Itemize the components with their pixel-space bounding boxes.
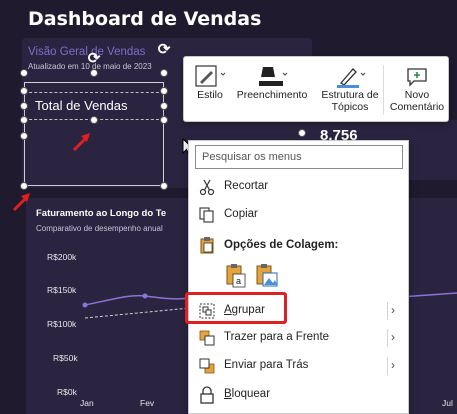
series-point (142, 293, 148, 299)
resize-handle[interactable] (160, 69, 168, 77)
series-line (84, 294, 190, 306)
x-tick: Jan (80, 398, 94, 408)
resize-handle[interactable] (298, 129, 306, 137)
chevron-right-icon: › (391, 303, 395, 317)
clipboard-icon (200, 237, 214, 254)
submenu-separator (387, 357, 388, 375)
menu-item-label: Recortar (224, 180, 269, 192)
resize-handle[interactable] (20, 69, 28, 77)
context-menu: Pesquisar os menus Recortar Copiar Opçõe… (188, 140, 409, 414)
new-comment-button[interactable]: Novo Comentário (387, 57, 447, 123)
paint-bucket-icon (255, 63, 289, 89)
y-tick: R$0k (57, 387, 77, 397)
resize-handle[interactable] (160, 87, 168, 95)
resize-handle[interactable] (20, 102, 28, 110)
resize-handle[interactable] (20, 116, 28, 124)
y-tick: R$150k (47, 285, 77, 295)
group-highlight-box (185, 292, 287, 324)
chart-subtitle: Comparativo de desempenho anual (36, 224, 163, 233)
copy-icon (199, 207, 214, 223)
submenu-separator (387, 329, 388, 347)
shape-style-icon (193, 63, 227, 89)
resize-handle[interactable] (90, 69, 98, 77)
menu-item-label: Copiar (224, 208, 258, 220)
revenue-chart-lines (82, 293, 190, 319)
style-button[interactable]: Estilo (190, 57, 230, 123)
lock-icon (200, 386, 214, 404)
dashboard-title: Dashboard de Vendas (28, 8, 262, 30)
y-tick: R$50k (53, 353, 78, 363)
paste-options-label: Opções de Colagem: (224, 239, 339, 251)
shape-outline-icon (333, 63, 367, 89)
x-tick: Jul (442, 398, 453, 408)
menu-item-cut[interactable]: Recortar (189, 175, 408, 199)
chart-title: Faturamento ao Longo do Te (36, 208, 167, 219)
x-tick: Fev (140, 398, 155, 408)
menu-item-send-back[interactable]: Enviar para Trás › (189, 354, 408, 378)
paste-keep-text-icon[interactable]: a (225, 263, 247, 289)
new-comment-icon (404, 63, 430, 89)
chevron-right-icon: › (391, 358, 395, 372)
resize-handle[interactable] (20, 132, 28, 140)
textbox-text[interactable]: Total de Vendas (35, 98, 128, 113)
menu-item-bring-front[interactable]: Trazer para a Frente › (189, 326, 408, 350)
y-tick: R$200k (47, 252, 77, 262)
mini-toolbar: Estilo Preenchimento Estrutura de Tópico… (183, 56, 449, 122)
rotate-handle-icon[interactable]: ⟳ (85, 50, 103, 68)
resize-handle[interactable] (160, 182, 168, 190)
menu-item-copy[interactable]: Copiar (189, 203, 408, 227)
menu-search-input[interactable]: Pesquisar os menus (195, 145, 403, 169)
red-arrow-icon (72, 133, 90, 152)
chevron-right-icon: › (391, 330, 395, 344)
rotate-handle-icon[interactable]: ⟳ (155, 41, 173, 59)
menu-item-lock[interactable]: Bloquear (189, 383, 408, 407)
resize-handle[interactable] (20, 87, 28, 95)
resize-handle[interactable] (20, 182, 28, 190)
paste-picture-icon[interactable] (255, 263, 279, 289)
outline-button[interactable]: Estrutura de Tópicos (320, 57, 380, 123)
svg-text:a: a (236, 276, 241, 286)
scissors-icon (199, 179, 215, 196)
menu-item-label: Bloquear (224, 388, 271, 400)
resize-handle[interactable] (160, 102, 168, 110)
y-tick: R$100k (47, 319, 77, 329)
send-to-back-icon (199, 358, 215, 374)
resize-handle[interactable] (160, 116, 168, 124)
bring-to-front-icon (199, 330, 215, 346)
submenu-separator (387, 302, 388, 320)
series-point (82, 302, 88, 308)
menu-item-label: Trazer para a Frente (224, 331, 330, 343)
resize-handle[interactable] (90, 116, 98, 124)
fill-button[interactable]: Preenchimento (234, 57, 310, 123)
comparison-line (84, 307, 190, 319)
menu-item-label: Enviar para Trás (224, 359, 309, 371)
toolbar-separator (383, 65, 384, 115)
red-arrow-icon (12, 193, 30, 212)
